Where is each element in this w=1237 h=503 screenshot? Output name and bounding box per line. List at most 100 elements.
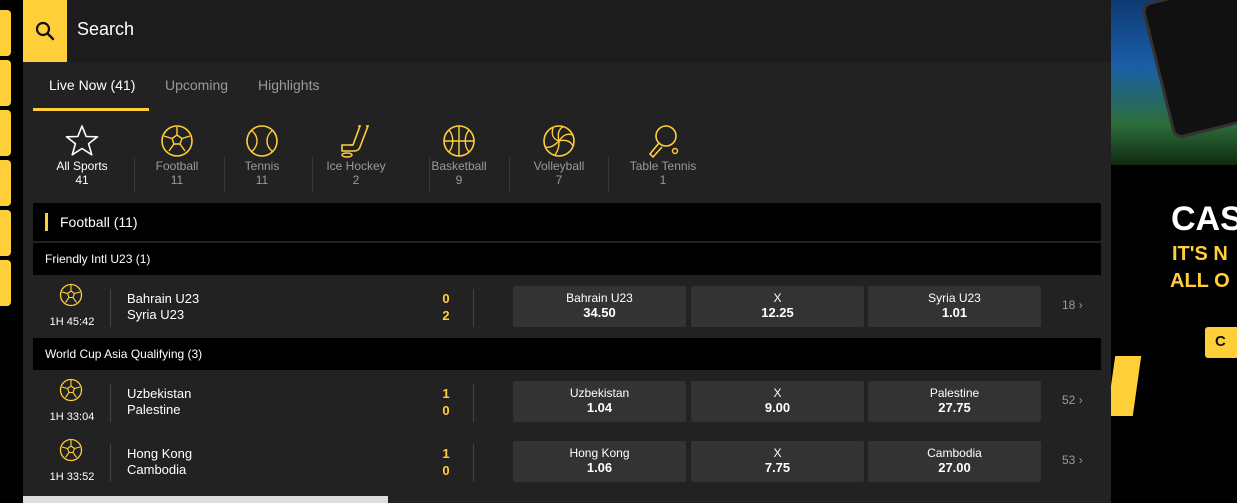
promo-banner[interactable]: CAS IT'S N ALL O C [1111,0,1237,503]
home-score: 0 [442,291,450,306]
more-markets-link[interactable]: 53 › [1062,453,1083,467]
odds-draw-button[interactable]: X 12.25 [691,286,864,327]
sport-name: Volleyball [533,159,585,173]
sport-name: Ice Hockey [326,159,386,173]
home-score: 1 [442,446,450,461]
more-markets-count: 52 [1062,393,1076,407]
competition-header[interactable]: Friendly Intl U23 (1) [33,243,1101,275]
odds-label: Bahrain U23 [566,291,633,305]
odds-draw-button[interactable]: X 7.75 [691,441,864,482]
sport-name: Tennis [244,159,280,173]
match-clock: 1H 33:04 [49,411,95,423]
promo-cta-button[interactable]: C [1205,327,1237,358]
sport-count: 2 [352,173,360,187]
sportsbook-panel: Search Live Now (41) Upcoming Highlights… [23,0,1111,503]
search-icon [35,21,55,41]
volleyball-icon [543,125,575,157]
sport-count: 41 [75,173,89,187]
divider [473,384,474,422]
odds-home-button[interactable]: Bahrain U23 34.50 [513,286,686,327]
tab-bar: Live Now (41) Upcoming Highlights [23,62,1111,111]
more-markets-count: 18 [1062,298,1076,312]
left-rail [0,0,23,503]
competition-title: World Cup Asia Qualifying (3) [45,347,203,361]
competition-header[interactable]: World Cup Asia Qualifying (3) [33,338,1101,370]
promo-subtitle: ALL O [1170,270,1230,292]
sport-count: 1 [659,173,667,187]
odds-home-button[interactable]: Uzbekistan 1.04 [513,381,686,422]
home-team: Bahrain U23 [127,291,200,306]
more-markets-link[interactable]: 52 › [1062,393,1083,407]
odds-label: X [773,291,782,305]
sport-name: Football [155,159,199,173]
sport-ice-hockey[interactable]: Ice Hockey 2 [308,123,404,188]
divider [608,157,609,193]
odds-price: 1.06 [586,460,613,475]
sport-tennis[interactable]: Tennis 11 [214,123,310,188]
rail-tab[interactable] [0,160,11,206]
odds-label: Uzbekistan [569,386,630,400]
odds-label: X [773,446,782,460]
odds-price: 27.00 [938,460,971,475]
section-header-football[interactable]: Football (11) [33,203,1101,241]
tab-highlights[interactable]: Highlights [258,77,319,93]
divider [110,289,111,327]
sport-football[interactable]: Football 11 [129,123,225,188]
sport-count: 9 [455,173,463,187]
tab-live-now[interactable]: Live Now (41) [49,77,135,93]
home-score: 1 [442,386,450,401]
odds-away-button[interactable]: Syria U23 1.01 [868,286,1041,327]
odds-label: Palestine [929,386,980,400]
sport-count: 7 [555,173,563,187]
rail-tab[interactable] [0,110,11,156]
football-icon [59,438,83,462]
sport-basketball[interactable]: Basketball 9 [411,123,507,188]
match-row[interactable]: 1H 33:52 Hong Kong Cambodia 1 0 Hong Kon… [33,432,1101,492]
sport-volleyball[interactable]: Volleyball 7 [511,123,607,188]
search-bar[interactable]: Search [23,0,1111,62]
odds-price: 34.50 [583,305,616,320]
more-markets-link[interactable]: 18 › [1062,298,1083,312]
away-score: 2 [442,308,450,323]
rail-tab[interactable] [0,60,11,106]
search-input[interactable]: Search [77,19,134,40]
sport-count: 11 [255,173,269,187]
sports-filter: All Sports 41 Football 11 Tennis 11 Ice … [23,111,1111,203]
away-team: Syria U23 [127,307,185,322]
scrollbar-track[interactable] [23,496,388,503]
rail-tab[interactable] [0,210,11,256]
sport-table-tennis[interactable]: Table Tennis 1 [615,123,711,188]
sport-name: Table Tennis [629,159,697,173]
odds-price: 1.01 [941,305,968,320]
promo-subtitle: IT'S N [1172,243,1228,265]
divider [509,157,510,193]
football-icon [161,125,193,157]
odds-away-button[interactable]: Cambodia 27.00 [868,441,1041,482]
section-title: Football (11) [60,214,138,230]
rail-tab[interactable] [0,10,11,56]
basketball-icon [443,125,475,157]
sport-all-sports[interactable]: All Sports 41 [34,123,130,188]
table-tennis-icon [648,125,679,159]
promo-title: CAS [1171,200,1237,238]
ice-hockey-icon [341,125,370,158]
odds-home-button[interactable]: Hong Kong 1.06 [513,441,686,482]
sport-name: All Sports [56,159,108,173]
odds-price: 12.25 [761,305,794,320]
odds-draw-button[interactable]: X 9.00 [691,381,864,422]
divider [110,384,111,422]
divider [473,289,474,327]
competition-title: Friendly Intl U23 (1) [45,252,151,266]
chevron-right-icon: › [1078,298,1083,312]
tab-upcoming[interactable]: Upcoming [165,77,228,93]
rail-tab[interactable] [0,260,11,306]
match-row[interactable]: 1H 45:42 Bahrain U23 Syria U23 0 2 Bahra… [33,277,1101,337]
home-team: Hong Kong [127,446,193,461]
chevron-right-icon: › [1078,393,1083,407]
odds-price: 1.04 [586,400,613,415]
odds-away-button[interactable]: Palestine 27.75 [868,381,1041,422]
match-row[interactable]: 1H 33:04 Uzbekistan Palestine 1 0 Uzbeki… [33,372,1101,432]
promo-cta-label: C [1215,333,1226,350]
search-button[interactable] [23,0,67,62]
chevron-right-icon: › [1078,453,1083,467]
